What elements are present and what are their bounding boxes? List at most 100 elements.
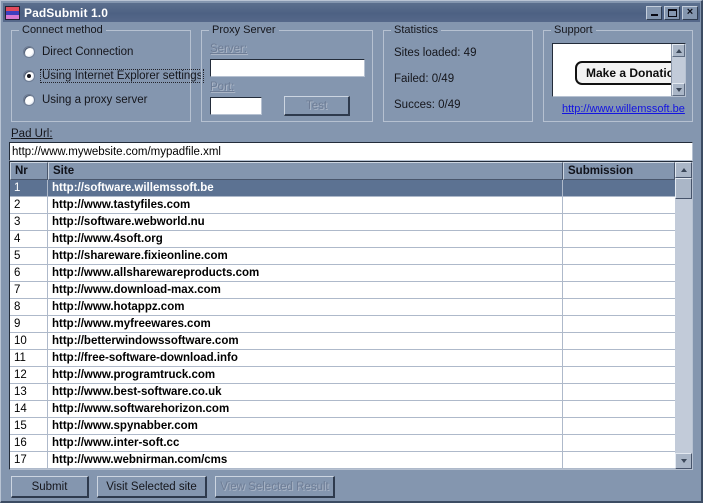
radio-icon (23, 94, 35, 106)
cell-nr: 7 (10, 282, 48, 298)
arrow-down-icon (680, 459, 687, 463)
make-donation-button[interactable]: Make a Donation (575, 61, 685, 85)
grid-body[interactable]: 1 http://software.willemssoft.be 2 http://w… (10, 180, 675, 469)
app-icon (5, 5, 20, 20)
minimize-button[interactable] (646, 5, 662, 20)
cell-site: http://www.webnirman.com/cms (48, 452, 563, 468)
cell-submission (563, 452, 675, 468)
arrow-down-icon (675, 87, 682, 92)
grid-scroll-down-button[interactable] (675, 453, 692, 469)
cell-nr: 14 (10, 401, 48, 417)
radio-direct-connection-label: Direct Connection (42, 46, 134, 58)
table-row[interactable]: 7 http://www.download-max.com (10, 282, 675, 299)
visit-selected-site-button[interactable]: Visit Selected site (97, 476, 207, 498)
cell-submission (563, 333, 675, 349)
table-row[interactable]: 11 http://free-software-download.info (10, 350, 675, 367)
proxy-server-group: Proxy Server Server: Port: Test (201, 24, 373, 122)
cell-site: http://www.spynabber.com (48, 418, 563, 434)
cell-site: http://software.willemssoft.be (48, 180, 563, 196)
cell-nr: 13 (10, 384, 48, 400)
proxy-server-input[interactable] (210, 59, 365, 77)
radio-direct-connection[interactable]: Direct Connection (23, 45, 135, 59)
cell-site: http://betterwindowssoftware.com (48, 333, 563, 349)
stat-failed: Failed: 0/49 (394, 73, 455, 85)
table-row[interactable]: 6 http://www.allsharewareproducts.com (10, 265, 675, 282)
pad-url-input[interactable]: http://www.mywebsite.com/mypadfile.xml (9, 142, 693, 161)
title-bar[interactable]: PadSubmit 1.0 × (3, 3, 700, 22)
cell-submission (563, 418, 675, 434)
radio-proxy-server[interactable]: Using a proxy server (23, 93, 149, 107)
table-row[interactable]: 4 http://www.4soft.org (10, 231, 675, 248)
donation-panel-scrollbar[interactable] (671, 44, 685, 96)
donation-panel: Make a Donation (552, 43, 686, 97)
radio-icon (23, 70, 35, 82)
cell-nr: 2 (10, 197, 48, 213)
grid-header-row: Nr Site Submission (10, 162, 675, 180)
cell-nr: 8 (10, 299, 48, 315)
cell-submission (563, 367, 675, 383)
statistics-group: Statistics Sites loaded: 49 Failed: 0/49… (383, 24, 533, 122)
table-row[interactable]: 9 http://www.myfreewares.com (10, 316, 675, 333)
cell-nr: 6 (10, 265, 48, 281)
connect-method-group: Connect method Direct Connection Using I… (11, 24, 205, 122)
cell-submission (563, 299, 675, 315)
close-button[interactable]: × (682, 5, 698, 20)
grid-scroll-thumb[interactable] (675, 178, 692, 199)
radio-proxy-server-label: Using a proxy server (42, 94, 148, 106)
cell-site: http://www.download-max.com (48, 282, 563, 298)
table-row[interactable]: 3 http://software.webworld.nu (10, 214, 675, 231)
arrow-up-icon (675, 48, 682, 53)
proxy-port-label: Port: (210, 81, 235, 93)
cell-submission (563, 231, 675, 247)
client-area: Connect method Direct Connection Using I… (3, 22, 700, 500)
website-link[interactable]: http://www.willemssoft.be (562, 103, 685, 115)
cell-site: http://software.webworld.nu (48, 214, 563, 230)
scroll-up-button[interactable] (672, 44, 685, 57)
column-header-nr[interactable]: Nr (10, 162, 48, 180)
cell-site: http://shareware.fixieonline.com (48, 248, 563, 264)
view-selected-result-button[interactable]: View Selected Result (215, 476, 335, 498)
table-row[interactable]: 5 http://shareware.fixieonline.com (10, 248, 675, 265)
cell-site: http://www.softwarehorizon.com (48, 401, 563, 417)
cell-submission (563, 401, 675, 417)
column-header-submission[interactable]: Submission (563, 162, 675, 180)
table-row[interactable]: 1 http://software.willemssoft.be (10, 180, 675, 197)
table-row[interactable]: 12 http://www.programtruck.com (10, 367, 675, 384)
proxy-test-button[interactable]: Test (284, 96, 350, 116)
table-row[interactable]: 13 http://www.best-software.co.uk (10, 384, 675, 401)
table-row[interactable]: 14 http://www.softwarehorizon.com (10, 401, 675, 418)
pad-url-label: Pad Url: (11, 128, 53, 140)
cell-submission (563, 265, 675, 281)
cell-site: http://www.myfreewares.com (48, 316, 563, 332)
radio-internet-explorer-settings[interactable]: Using Internet Explorer settings (23, 69, 205, 83)
connect-method-title: Connect method (19, 24, 106, 36)
cell-submission (563, 282, 675, 298)
proxy-port-input[interactable] (210, 97, 262, 115)
table-row[interactable]: 2 http://www.tastyfiles.com (10, 197, 675, 214)
column-header-site[interactable]: Site (48, 162, 563, 180)
cell-nr: 1 (10, 180, 48, 196)
table-row[interactable]: 15 http://www.spynabber.com (10, 418, 675, 435)
maximize-button[interactable] (664, 5, 680, 20)
grid-scroll-up-button[interactable] (675, 162, 692, 178)
submit-button[interactable]: Submit (11, 476, 89, 498)
proxy-server-title: Proxy Server (209, 24, 279, 36)
window-controls: × (646, 5, 698, 20)
cell-site: http://www.hotappz.com (48, 299, 563, 315)
table-row[interactable]: 8 http://www.hotappz.com (10, 299, 675, 316)
window-title: PadSubmit 1.0 (24, 5, 108, 20)
cell-site: http://www.tastyfiles.com (48, 197, 563, 213)
table-row[interactable]: 10 http://betterwindowssoftware.com (10, 333, 675, 350)
cell-nr: 17 (10, 452, 48, 468)
grid-scrollbar[interactable] (675, 162, 692, 469)
cell-nr: 15 (10, 418, 48, 434)
scroll-down-button[interactable] (672, 83, 685, 96)
table-row[interactable]: 16 http://www.inter-soft.cc (10, 435, 675, 452)
cell-site: http://www.best-software.co.uk (48, 384, 563, 400)
cell-site: http://free-software-download.info (48, 350, 563, 366)
cell-site: http://www.inter-soft.cc (48, 435, 563, 451)
table-row[interactable]: 17 http://www.webnirman.com/cms (10, 452, 675, 469)
support-group: Support Make a Donation http://www.wille… (543, 24, 693, 122)
cell-submission (563, 180, 675, 196)
statistics-title: Statistics (391, 24, 442, 36)
